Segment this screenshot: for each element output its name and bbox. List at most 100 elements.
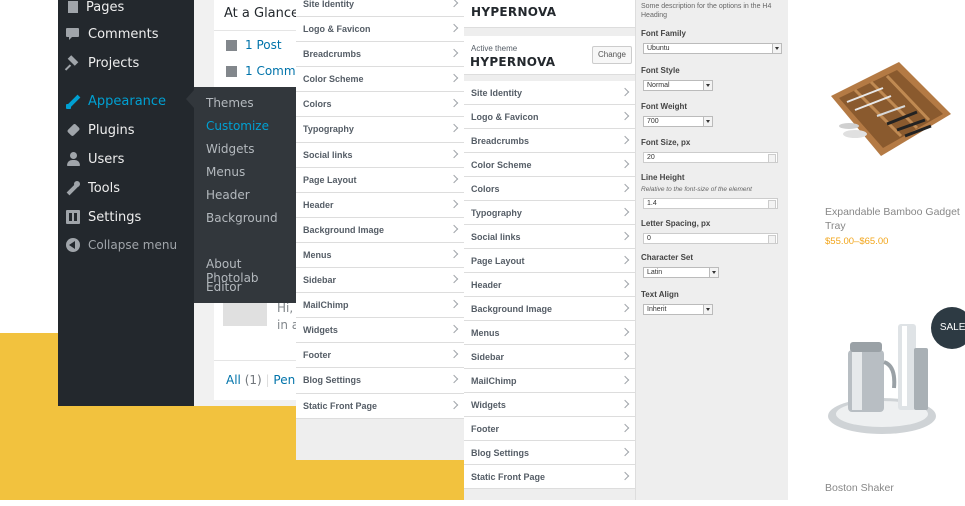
customizer-section-item[interactable]: Menus xyxy=(464,321,635,345)
text-align-select[interactable]: Inherit xyxy=(643,304,713,315)
chevron-right-icon xyxy=(620,399,630,409)
spinner-icon[interactable] xyxy=(768,200,776,209)
pages-icon xyxy=(68,1,78,13)
submenu-editor[interactable]: Editor xyxy=(206,280,242,294)
section-label: Blog Settings xyxy=(303,375,361,386)
text-align-value: Inherit xyxy=(647,306,667,313)
character-set-select[interactable]: Latin xyxy=(643,267,719,278)
submenu-header[interactable]: Header xyxy=(206,188,250,202)
menu-item-label: Appearance xyxy=(88,93,167,109)
customizer-section-item[interactable]: Page Layout xyxy=(296,167,464,193)
menu-item-projects[interactable]: Projects xyxy=(58,50,194,76)
customizer-section-item[interactable]: Blog Settings xyxy=(296,368,464,394)
customizer-section-item[interactable]: Static Front Page xyxy=(296,393,464,419)
customizer-section-item[interactable]: Header xyxy=(464,273,635,297)
customizer-section-item[interactable]: Breadcrumbs xyxy=(296,42,464,68)
customizer-section-item[interactable]: Site Identity xyxy=(296,0,464,18)
line-height-input[interactable]: 1.4 xyxy=(643,198,778,209)
menu-item-appearance[interactable]: Appearance xyxy=(58,88,194,114)
chevron-right-icon xyxy=(620,375,630,385)
bamboo-tray-image[interactable] xyxy=(825,58,955,158)
customizer-section-item[interactable]: Color Scheme xyxy=(464,153,635,177)
customizer-section-item[interactable]: Social links xyxy=(464,225,635,249)
spinner-icon[interactable] xyxy=(768,154,776,163)
menu-item-plugins[interactable]: Plugins xyxy=(58,117,194,143)
spinner-icon[interactable] xyxy=(768,235,776,244)
menu-item-label: Comments xyxy=(88,26,159,42)
change-theme-button[interactable]: Change xyxy=(592,46,632,64)
section-label: Footer xyxy=(471,424,499,434)
customizer-section-item[interactable]: Site Identity xyxy=(464,81,635,105)
customizer-section-item[interactable]: Page Layout xyxy=(464,249,635,273)
chevron-right-icon xyxy=(620,279,630,289)
chevron-right-icon xyxy=(620,135,630,145)
customizer-section-item[interactable]: Footer xyxy=(296,343,464,369)
menu-item-label: Tools xyxy=(88,180,121,196)
customizer-section-item[interactable]: Typography xyxy=(464,201,635,225)
customizer-section-item[interactable]: Static Front Page xyxy=(464,465,635,489)
menu-item-label: Pages xyxy=(86,0,125,15)
active-theme-name: HYPERNOVA xyxy=(470,55,556,69)
customizer-section-item[interactable]: Sidebar xyxy=(464,345,635,369)
customizer-section-item[interactable]: Social links xyxy=(296,142,464,168)
posts-count-link[interactable]: 1 Post xyxy=(226,38,282,52)
comments-count-link[interactable]: 1 Comme xyxy=(226,64,303,78)
menu-item-tools[interactable]: Tools xyxy=(58,175,194,201)
customizer-section-item[interactable]: Footer xyxy=(464,417,635,441)
section-label: Static Front Page xyxy=(303,400,378,411)
submenu-customize[interactable]: Customize xyxy=(206,119,269,133)
customizer-section-item[interactable]: Colors xyxy=(296,92,464,118)
chevron-right-icon xyxy=(449,48,459,58)
customizer-section-item[interactable]: Color Scheme xyxy=(296,67,464,93)
customizer-section-item[interactable]: Breadcrumbs xyxy=(464,129,635,153)
customizer-section-item[interactable]: Widgets xyxy=(296,318,464,344)
filter-all-link[interactable]: All xyxy=(226,373,241,387)
submenu-background[interactable]: Background xyxy=(206,211,278,225)
menu-item-label: Plugins xyxy=(88,122,135,138)
chevron-right-icon xyxy=(620,423,630,433)
chevron-right-icon xyxy=(620,207,630,217)
chevron-right-icon xyxy=(449,350,459,359)
menu-item-users[interactable]: Users xyxy=(58,146,194,172)
submenu-themes[interactable]: Themes xyxy=(206,96,254,110)
customizer-section-item[interactable]: Menus xyxy=(296,242,464,269)
customizer-section-item[interactable]: Widgets xyxy=(464,393,635,417)
options-description: Some description for the options in the … xyxy=(641,3,772,19)
font-weight-select[interactable]: 700 xyxy=(643,116,713,127)
submenu-widgets[interactable]: Widgets xyxy=(206,142,255,156)
menu-item-settings[interactable]: Settings xyxy=(58,204,194,230)
product-title[interactable]: Boston Shaker xyxy=(825,481,894,495)
menu-item-comments[interactable]: Comments xyxy=(58,21,194,47)
customizer-section-item[interactable]: Logo & Favicon xyxy=(464,105,635,129)
font-style-select[interactable]: Normal xyxy=(643,80,713,91)
comment-filter-links: All (1) | Pend xyxy=(226,373,303,387)
customizer-section-item[interactable]: Blog Settings xyxy=(464,441,635,465)
letter-spacing-input[interactable]: 0 xyxy=(643,233,778,244)
submenu-menus[interactable]: Menus xyxy=(206,165,245,179)
customizer-section-item[interactable]: Background Image xyxy=(296,217,464,243)
customizer-section-item[interactable]: Sidebar xyxy=(296,268,464,294)
customizer-section-item[interactable]: MailChimp xyxy=(464,369,635,393)
customizer-section-item[interactable]: Colors xyxy=(464,177,635,201)
collapse-menu-button[interactable]: Collapse menu xyxy=(58,232,194,258)
customizer-section-item[interactable]: Typography xyxy=(296,117,464,143)
section-label: Background Image xyxy=(303,224,385,235)
chevron-down-icon xyxy=(703,117,712,126)
divider xyxy=(214,360,296,361)
section-label: Header xyxy=(303,199,334,210)
customizer-section-item[interactable]: Logo & Favicon xyxy=(296,17,464,43)
product-title[interactable]: Expandable Bamboo Gadget Tray xyxy=(825,205,960,233)
customizer-section-item[interactable]: Header xyxy=(296,192,464,218)
customizer-title: HYPERNOVA xyxy=(471,5,557,19)
customizer-section-item[interactable]: MailChimp xyxy=(296,293,464,319)
font-family-select[interactable]: Ubuntu xyxy=(643,43,782,54)
boston-shaker-image[interactable] xyxy=(826,318,938,438)
menu-item-pages[interactable]: Pages xyxy=(58,0,194,20)
font-size-input[interactable]: 20 xyxy=(643,152,778,163)
divider xyxy=(214,30,296,31)
typography-options-panel xyxy=(635,0,788,500)
section-label: MailChimp xyxy=(303,300,349,311)
customizer-section-item[interactable]: Background Image xyxy=(464,297,635,321)
active-theme-label: Active theme xyxy=(471,44,518,53)
chevron-right-icon xyxy=(449,0,459,8)
